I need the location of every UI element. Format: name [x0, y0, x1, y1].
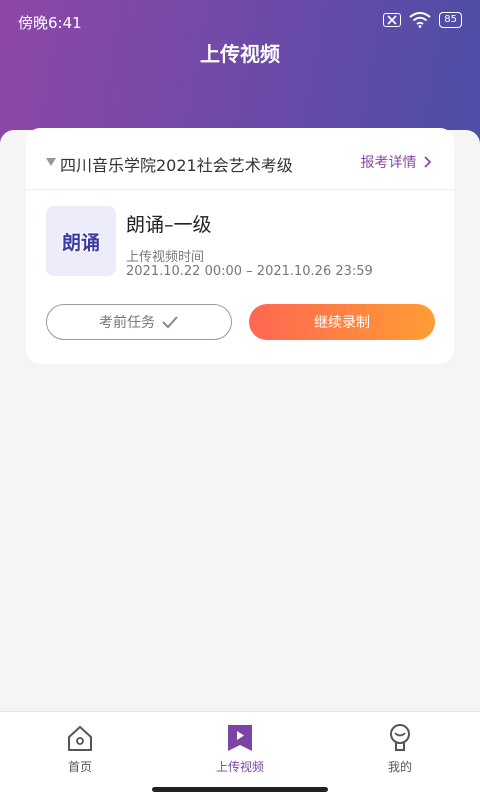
status-icons: 85 — [383, 12, 462, 28]
tab-profile[interactable]: 我的 — [360, 722, 440, 775]
chevron-right-icon — [424, 156, 432, 168]
course-thumbnail: 朗诵 — [46, 206, 116, 276]
status-time: 傍晚6:41 — [18, 14, 82, 32]
upload-time-label: 上传视频时间 — [126, 250, 205, 265]
tab-home[interactable]: 首页 — [40, 722, 120, 775]
wifi-icon — [409, 12, 431, 28]
collapse-triangle-icon[interactable] — [46, 158, 56, 166]
exam-card-header[interactable]: 四川音乐学院2021社会艺术考级 报考详情 — [26, 128, 454, 190]
no-sim-icon — [383, 13, 402, 27]
tab-profile-label: 我的 — [387, 760, 412, 774]
exam-school-title: 四川音乐学院2021社会艺术考级 — [60, 156, 293, 175]
pre-exam-task-button[interactable]: 考前任务 — [46, 304, 232, 340]
status-bar: 傍晚6:41 85 — [0, 0, 480, 42]
exam-detail-label: 报考详情 — [360, 155, 417, 171]
upload-time-range: 2021.10.22 00:00 – 2021.10.26 23:59 — [126, 264, 373, 279]
course-thumbnail-text: 朗诵 — [61, 231, 100, 254]
tab-upload-video-label: 上传视频 — [215, 760, 264, 774]
continue-recording-button[interactable]: 继续录制 — [249, 304, 435, 340]
course-title: 朗诵–一级 — [126, 214, 212, 236]
pre-exam-task-label: 考前任务 — [99, 315, 155, 331]
exam-card: 四川音乐学院2021社会艺术考级 报考详情 朗诵 朗诵–一级 上传视频时间 20… — [26, 128, 454, 364]
video-upload-icon — [228, 725, 252, 751]
tab-home-label: 首页 — [67, 760, 92, 774]
battery-indicator: 85 — [439, 12, 462, 28]
home-icon — [68, 726, 92, 751]
page-title: 上传视频 — [200, 42, 280, 66]
checkmark-icon — [162, 316, 178, 329]
profile-icon — [390, 724, 410, 751]
tab-upload-video[interactable]: 上传视频 — [200, 722, 280, 775]
exam-detail-link[interactable]: 报考详情 — [361, 152, 432, 172]
home-indicator[interactable] — [152, 787, 328, 792]
